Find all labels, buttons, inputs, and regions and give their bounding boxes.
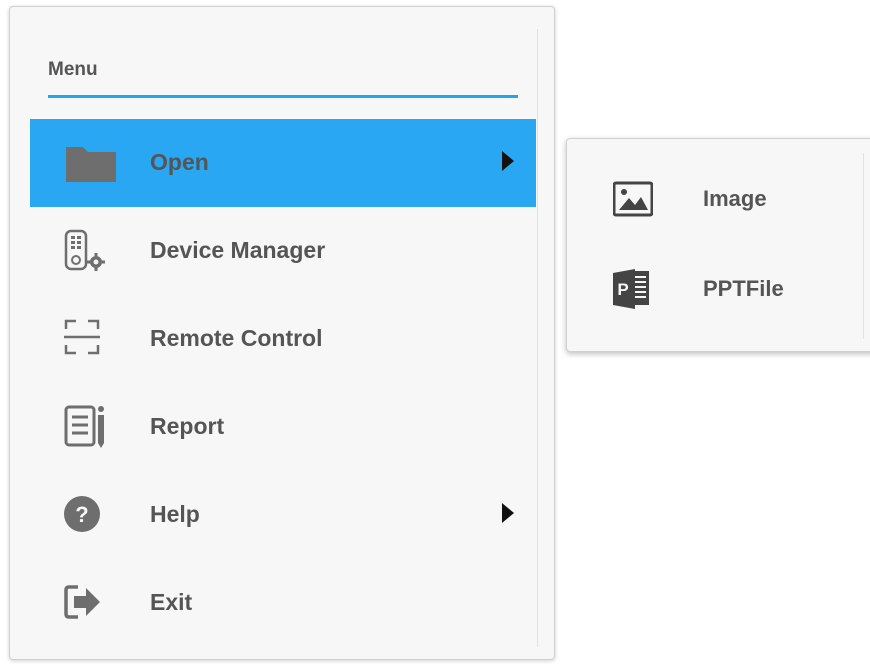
- menu-divider: [537, 29, 538, 647]
- menu-item-exit[interactable]: Exit: [30, 559, 536, 647]
- folder-icon: [66, 147, 116, 182]
- menu-item-label: Open: [150, 149, 209, 175]
- exit-icon: [64, 585, 100, 619]
- report-icon: [64, 405, 104, 448]
- main-menu-panel: Menu Open Device Manager Remote Control …: [9, 6, 555, 660]
- svg-text:?: ?: [75, 502, 88, 527]
- menu-item-label: Help: [150, 501, 200, 527]
- menu-item-open[interactable]: Open: [30, 119, 536, 207]
- help-icon: ?: [64, 496, 100, 532]
- menu-item-help[interactable]: ? Help: [30, 471, 536, 559]
- svg-text:P: P: [617, 280, 628, 299]
- menu-item-label: Remote Control: [150, 325, 323, 351]
- device-manager-icon: [64, 229, 105, 271]
- ppt-file-icon: P: [613, 269, 649, 309]
- image-icon: [613, 181, 653, 217]
- menu-item-remote-control[interactable]: Remote Control: [30, 295, 536, 383]
- menu-title: Menu: [48, 59, 98, 80]
- submenu-item-image[interactable]: Image: [597, 169, 837, 229]
- submenu-item-ppt-file[interactable]: P PPTFile: [597, 259, 837, 319]
- menu-item-device-manager[interactable]: Device Manager: [30, 207, 536, 295]
- submenu-arrow-icon: [502, 151, 514, 171]
- menu-item-label: Exit: [150, 589, 193, 615]
- menu-item-label: Report: [150, 413, 225, 439]
- menu-title-underline: [48, 95, 518, 98]
- menu-item-label: Device Manager: [150, 237, 326, 263]
- menu-item-report[interactable]: Report: [30, 383, 536, 471]
- submenu-arrow-icon: [502, 503, 514, 523]
- submenu-item-label: Image: [703, 186, 767, 211]
- submenu-item-label: PPTFile: [703, 276, 784, 301]
- open-submenu-panel: Image P PPTFile: [566, 138, 870, 352]
- remote-control-icon: [64, 319, 100, 355]
- submenu-divider: [863, 153, 864, 339]
